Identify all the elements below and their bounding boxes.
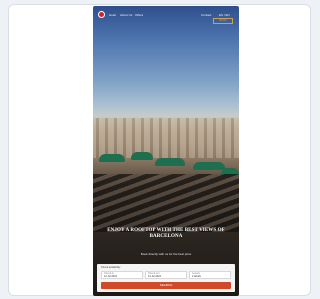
guests-field[interactable]: Guests 2 Adults bbox=[189, 271, 231, 279]
search-button[interactable]: SEARCH bbox=[101, 282, 231, 289]
umbrella-icon bbox=[193, 162, 225, 170]
language-switch[interactable]: ES / EN bbox=[219, 13, 230, 17]
hero-headline: ENJOY A ROOFTOP WITH THE BEST VIEWS OF B… bbox=[107, 228, 225, 239]
book-button[interactable]: BOOK bbox=[213, 18, 233, 24]
nav-item-hotel[interactable]: Hotel bbox=[109, 13, 116, 17]
panel-title: Check availability bbox=[101, 266, 121, 269]
hotel-logo[interactable] bbox=[98, 11, 105, 18]
checkin-field[interactable]: Check-in 12 Jul 2024 bbox=[101, 271, 143, 279]
checkin-value: 12 Jul 2024 bbox=[104, 274, 117, 278]
booking-search-panel: Check availability Check-in 12 Jul 2024 … bbox=[97, 264, 235, 292]
umbrella-icon bbox=[99, 154, 125, 162]
city-skyline-image bbox=[93, 118, 239, 158]
hero-subline: Book directly with us for the best price bbox=[140, 252, 192, 256]
checkout-value: 14 Jul 2024 bbox=[148, 274, 161, 278]
nav-item-contact[interactable]: Contact bbox=[201, 13, 211, 17]
umbrella-icon bbox=[131, 152, 153, 160]
nav-item-offers[interactable]: Offers bbox=[135, 13, 143, 17]
nav-item-about[interactable]: About Us bbox=[120, 13, 132, 17]
mobile-page-preview: Hotel About Us Offers Contact ES / EN BO… bbox=[93, 6, 239, 296]
checkout-field[interactable]: Check-out 14 Jul 2024 bbox=[145, 271, 187, 279]
top-navigation: Hotel About Us Offers Contact ES / EN BO… bbox=[93, 6, 239, 26]
umbrella-icon bbox=[155, 158, 185, 166]
rooftop-terrace-image bbox=[93, 174, 239, 232]
guests-value: 2 Adults bbox=[192, 274, 201, 278]
